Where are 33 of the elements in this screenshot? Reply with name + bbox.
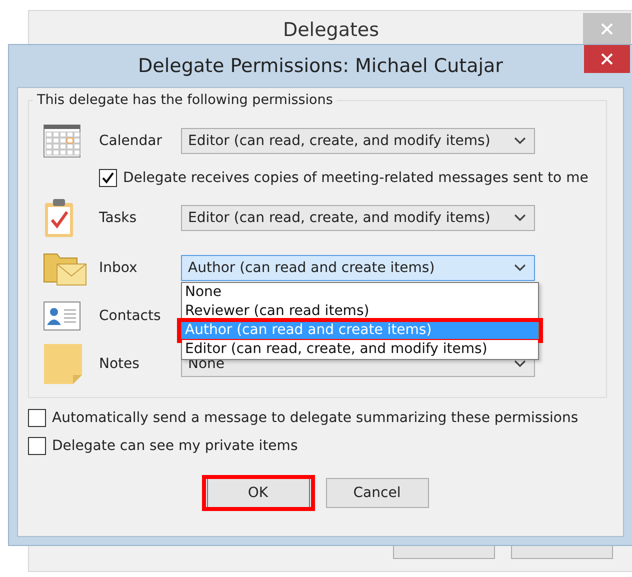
dropdown-option[interactable]: Editor (can read, create, and modify items) [182,340,538,359]
chevron-down-icon [514,360,526,368]
folder-label: Contacts [99,308,162,324]
checkbox[interactable] [28,437,46,455]
checkbox-label: Automatically send a message to delegate summarizing these permissions [52,410,578,426]
cancel-button[interactable]: Cancel [326,478,428,508]
folder-label: Tasks [99,210,138,226]
checkbox-label: Delegate receives copies of meeting-related messages sent to me [123,170,588,186]
dialog-title: Delegate Permissions: Michael Cutajar [138,55,503,77]
folder-label: Notes [99,356,140,372]
group-title: This delegate has the following permissions [33,92,337,108]
close-icon [600,22,614,36]
permission-dropdown[interactable]: Author (can read and create items) [181,255,535,281]
folder-label: Calendar [99,133,163,149]
contact-card-icon [43,301,81,331]
calendar-icon [43,124,81,158]
permission-dropdown[interactable]: Editor (can read, create, and modify items) [181,128,535,154]
chevron-down-icon [514,137,526,145]
checkbox-label: Delegate can see my private items [52,438,298,454]
permission-dropdown[interactable]: Editor (can read, create, and modify items) [181,205,535,231]
ok-button[interactable]: OK [206,478,310,508]
chevron-down-icon [514,264,526,272]
checkbox[interactable] [99,169,117,187]
folder-label: Inbox [99,260,138,276]
checkbox[interactable] [28,409,46,427]
close-icon [600,52,614,66]
chevron-down-icon [514,214,526,222]
checkmark-icon [102,172,114,184]
dropdown-option[interactable]: None [182,283,538,302]
clipboard-check-icon [43,198,75,238]
close-button[interactable] [584,45,630,73]
sticky-note-icon [43,343,83,385]
window-title: Delegates [282,19,380,41]
